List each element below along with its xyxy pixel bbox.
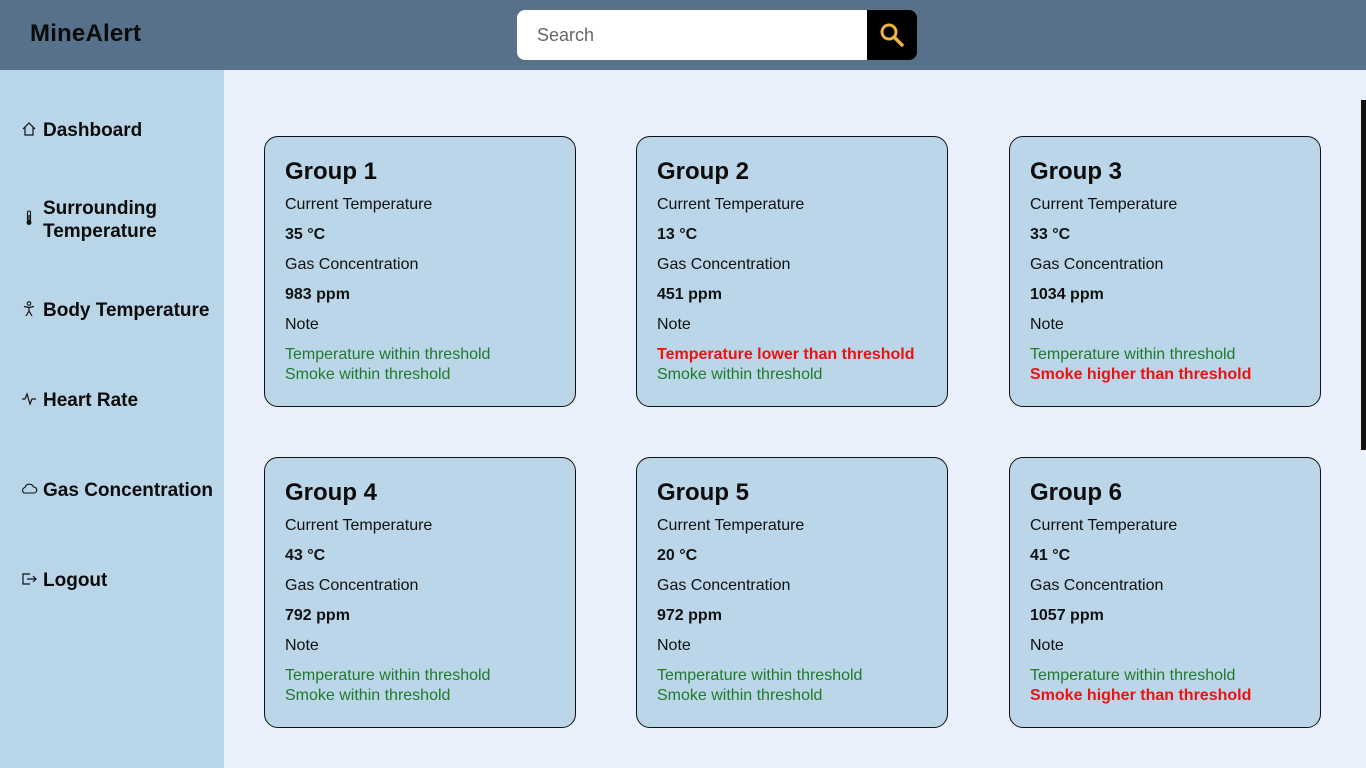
smoke-status: Smoke higher than threshold xyxy=(1030,366,1252,383)
note-label: Note xyxy=(285,316,319,333)
temperature-label: Current Temperature xyxy=(1030,517,1178,534)
gas-label: Gas Concentration xyxy=(285,577,419,594)
temperature-status: Temperature within threshold xyxy=(285,667,491,684)
group-card[interactable]: Group 4 Current Temperature 43 °C Gas Co… xyxy=(264,457,576,728)
sidebar-item-gas-concentration[interactable]: Gas Concentration xyxy=(20,479,213,502)
temperature-value: 43 °C xyxy=(285,547,326,564)
pulse-icon xyxy=(20,390,38,408)
sidebar-item-label: Gas Concentration xyxy=(43,480,213,501)
note-label: Note xyxy=(1030,637,1064,654)
smoke-status: Smoke within threshold xyxy=(657,687,823,704)
group-card[interactable]: Group 3 Current Temperature 33 °C Gas Co… xyxy=(1009,136,1321,407)
smoke-status: Smoke within threshold xyxy=(285,687,451,704)
note-label: Note xyxy=(1030,316,1064,333)
gas-value: 451 ppm xyxy=(657,286,722,303)
temperature-status: Temperature lower than threshold xyxy=(657,346,915,363)
home-icon xyxy=(20,120,38,138)
smoke-status: Smoke higher than threshold xyxy=(1030,687,1252,704)
gas-value: 1034 ppm xyxy=(1030,286,1104,303)
temperature-status: Temperature within threshold xyxy=(657,667,863,684)
sidebar-item-body-temperature[interactable]: Body Temperature xyxy=(20,299,209,322)
temperature-label: Current Temperature xyxy=(1030,196,1178,213)
gas-label: Gas Concentration xyxy=(1030,256,1164,273)
sidebar-item-logout[interactable]: Logout xyxy=(20,569,107,592)
sidebar-item-label: Surrounding Temperature xyxy=(43,198,157,242)
sidebar-item-label: Dashboard xyxy=(43,120,143,141)
logout-icon xyxy=(20,570,38,588)
sidebar-item-label: Body Temperature xyxy=(43,300,210,321)
sidebar-item-dashboard[interactable]: Dashboard xyxy=(20,119,142,142)
group-card[interactable]: Group 1 Current Temperature 35 °C Gas Co… xyxy=(264,136,576,407)
gas-label: Gas Concentration xyxy=(657,577,791,594)
search-button[interactable] xyxy=(867,10,917,60)
group-card[interactable]: Group 6 Current Temperature 41 °C Gas Co… xyxy=(1009,457,1321,728)
search-bar xyxy=(517,10,917,60)
group-title: Group 6 xyxy=(1030,479,1123,506)
note-label: Note xyxy=(657,637,691,654)
gas-value: 983 ppm xyxy=(285,286,350,303)
sidebar-item-label: Heart Rate xyxy=(43,390,139,411)
gas-label: Gas Concentration xyxy=(285,256,419,273)
cloud-icon xyxy=(20,480,38,498)
sidebar: Dashboard Surrounding Temperature Body T… xyxy=(0,70,224,768)
temperature-label: Current Temperature xyxy=(657,517,805,534)
temperature-label: Current Temperature xyxy=(657,196,805,213)
temperature-value: 13 °C xyxy=(657,226,698,243)
temperature-value: 20 °C xyxy=(657,547,698,564)
temperature-status: Temperature within threshold xyxy=(285,346,491,363)
scrollbar-thumb[interactable] xyxy=(1361,100,1366,450)
thermometer-icon xyxy=(20,209,38,227)
sidebar-item-surrounding-temperature[interactable]: Surrounding Temperature xyxy=(20,197,193,243)
note-label: Note xyxy=(657,316,691,333)
temperature-value: 41 °C xyxy=(1030,547,1071,564)
search-input[interactable] xyxy=(517,10,867,60)
gas-value: 972 ppm xyxy=(657,607,722,624)
group-title: Group 4 xyxy=(285,479,378,506)
brand-logo[interactable]: MineAlert xyxy=(30,20,141,48)
temperature-value: 33 °C xyxy=(1030,226,1071,243)
top-bar: MineAlert xyxy=(0,0,1366,70)
smoke-status: Smoke within threshold xyxy=(285,366,451,383)
temperature-status: Temperature within threshold xyxy=(1030,667,1236,684)
temperature-status: Temperature within threshold xyxy=(1030,346,1236,363)
search-icon xyxy=(880,23,904,47)
gas-label: Gas Concentration xyxy=(657,256,791,273)
group-title: Group 3 xyxy=(1030,158,1123,185)
group-card[interactable]: Group 2 Current Temperature 13 °C Gas Co… xyxy=(636,136,948,407)
temperature-label: Current Temperature xyxy=(285,196,433,213)
sidebar-item-heart-rate[interactable]: Heart Rate xyxy=(20,389,138,412)
gas-value: 1057 ppm xyxy=(1030,607,1104,624)
gas-value: 792 ppm xyxy=(285,607,350,624)
group-card[interactable]: Group 5 Current Temperature 20 °C Gas Co… xyxy=(636,457,948,728)
person-icon xyxy=(20,300,38,318)
main-content: Group 1 Current Temperature 35 °C Gas Co… xyxy=(224,70,1366,768)
note-label: Note xyxy=(285,637,319,654)
group-title: Group 1 xyxy=(285,158,378,185)
smoke-status: Smoke within threshold xyxy=(657,366,823,383)
gas-label: Gas Concentration xyxy=(1030,577,1164,594)
temperature-label: Current Temperature xyxy=(285,517,433,534)
temperature-value: 35 °C xyxy=(285,226,326,243)
group-title: Group 5 xyxy=(657,479,750,506)
group-title: Group 2 xyxy=(657,158,750,185)
sidebar-item-label: Logout xyxy=(43,570,108,591)
